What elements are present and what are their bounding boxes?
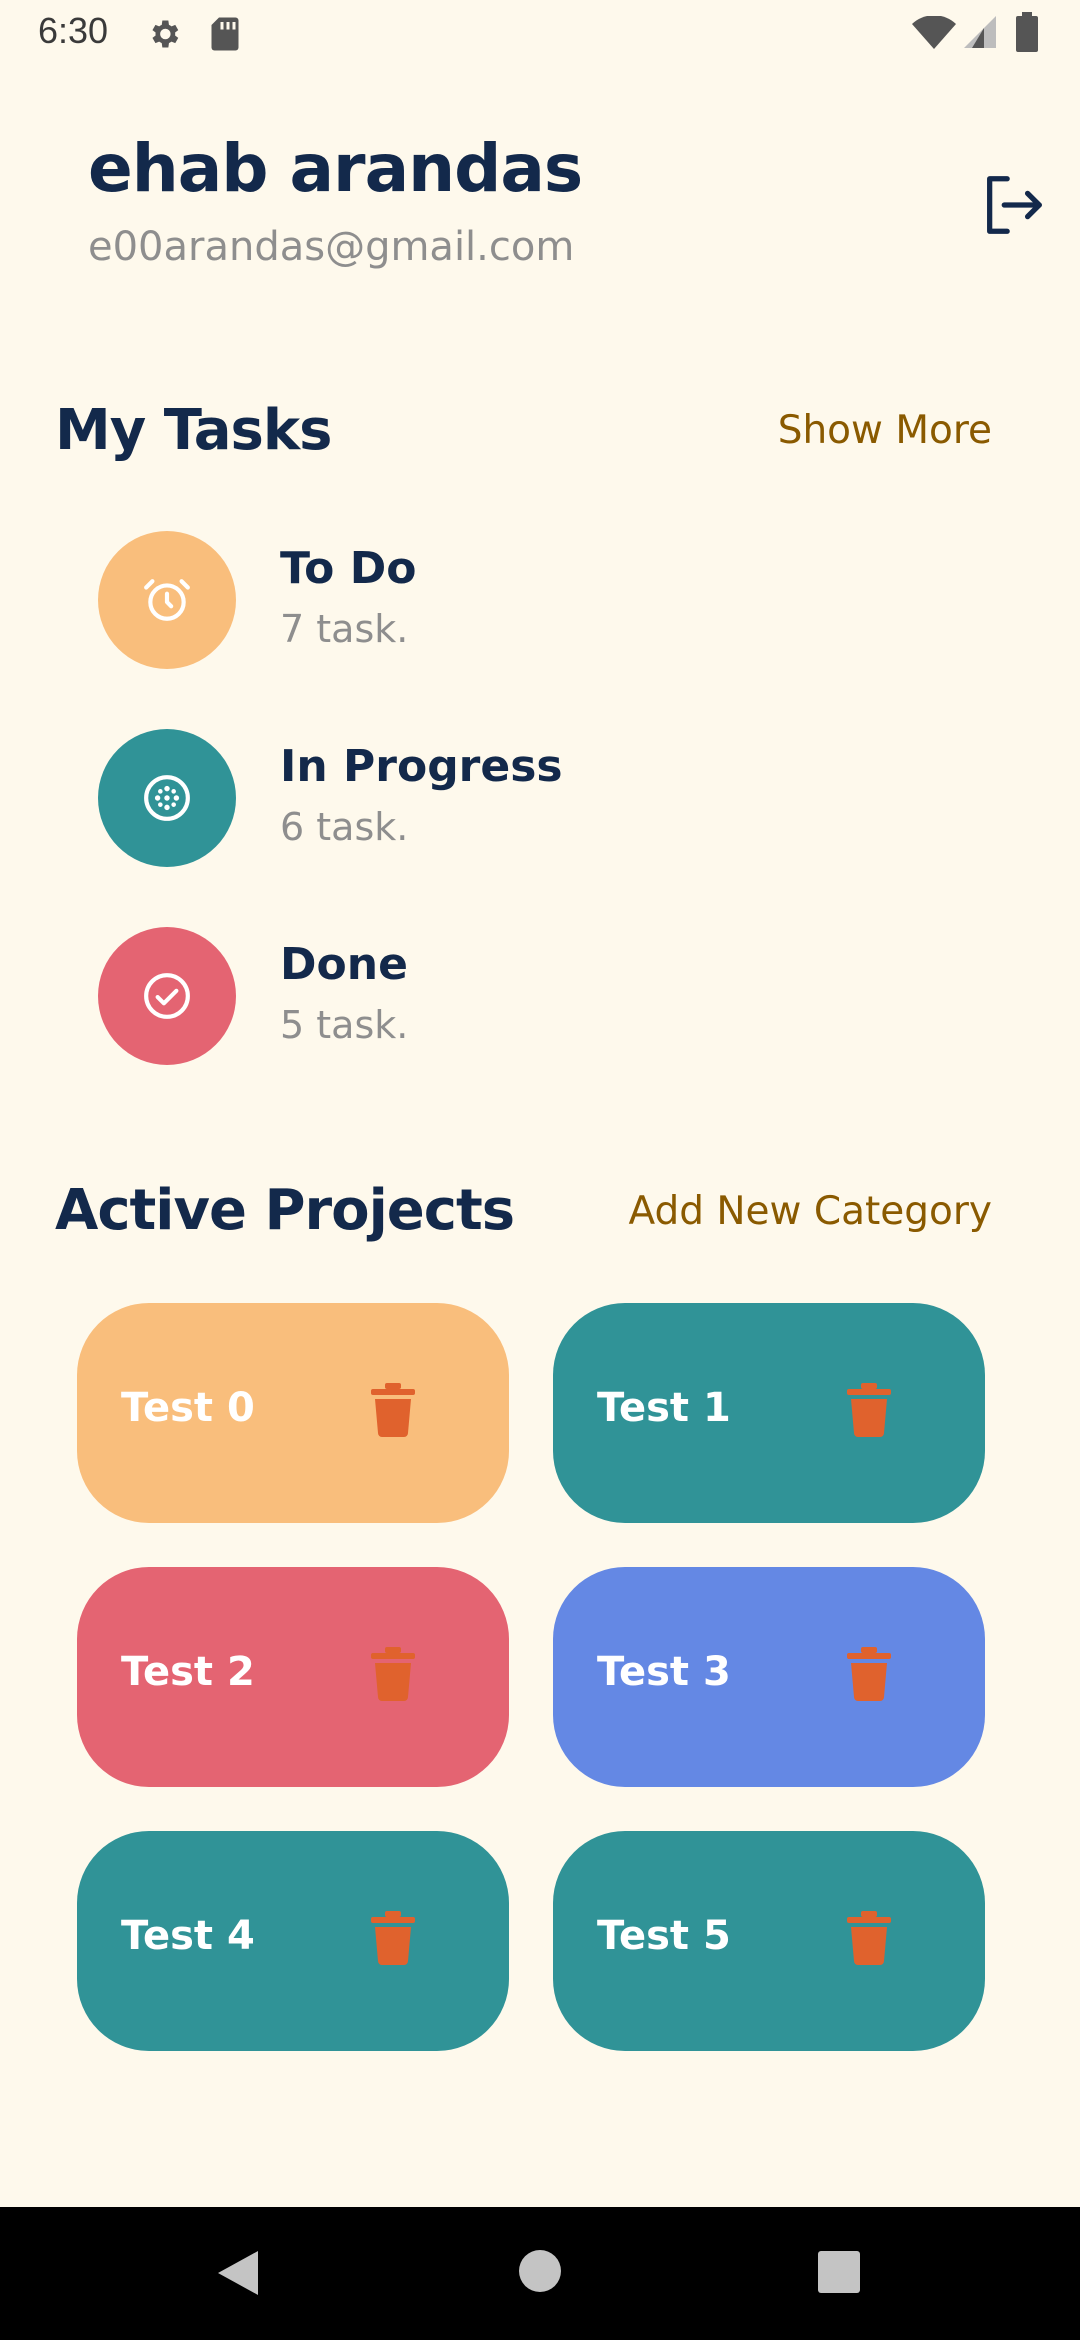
signal-icon xyxy=(964,16,996,48)
home-icon[interactable] xyxy=(518,2249,562,2293)
task-item-in-progress[interactable]: In Progress 6 task. xyxy=(98,729,798,869)
task-icon-circle xyxy=(98,729,236,867)
project-card[interactable]: Test 5 xyxy=(553,1831,985,2051)
task-label: To Do xyxy=(280,543,417,594)
task-count: 7 task. xyxy=(280,607,409,651)
settings-icon xyxy=(152,20,179,48)
show-more-link[interactable]: Show More xyxy=(778,408,992,453)
trash-icon[interactable] xyxy=(371,1647,415,1701)
task-count: 6 task. xyxy=(280,805,409,849)
project-name: Test 3 xyxy=(597,1649,731,1695)
status-time: 6:30 xyxy=(38,10,109,51)
battery-icon xyxy=(1016,12,1038,52)
project-name: Test 2 xyxy=(121,1649,255,1695)
project-card[interactable]: Test 0 xyxy=(77,1303,509,1523)
trash-icon[interactable] xyxy=(847,1911,891,1965)
task-count: 5 task. xyxy=(280,1003,409,1047)
check-circle-icon xyxy=(144,973,190,1019)
project-card[interactable]: Test 2 xyxy=(77,1567,509,1787)
task-icon-circle xyxy=(98,927,236,1065)
task-label: Done xyxy=(280,939,408,990)
task-item-todo[interactable]: To Do 7 task. xyxy=(98,531,798,671)
project-name: Test 5 xyxy=(597,1913,731,1959)
add-new-category-link[interactable]: Add New Category xyxy=(628,1189,992,1234)
alarm-clock-icon xyxy=(144,579,190,621)
project-card[interactable]: Test 3 xyxy=(553,1567,985,1787)
user-name: ehab arandas xyxy=(88,130,583,207)
project-name: Test 4 xyxy=(121,1913,255,1959)
trash-icon[interactable] xyxy=(371,1911,415,1965)
project-card[interactable]: Test 1 xyxy=(553,1303,985,1523)
back-icon[interactable] xyxy=(216,2249,260,2297)
project-name: Test 0 xyxy=(121,1385,255,1431)
project-name: Test 1 xyxy=(597,1385,731,1431)
project-card[interactable]: Test 4 xyxy=(77,1831,509,2051)
active-projects-title: Active Projects xyxy=(55,1178,515,1243)
logout-icon xyxy=(987,176,1042,234)
user-email: e00arandas@gmail.com xyxy=(88,224,575,270)
my-tasks-title: My Tasks xyxy=(55,398,332,463)
sd-card-icon xyxy=(211,17,239,51)
logout-button[interactable] xyxy=(978,170,1048,240)
task-label: In Progress xyxy=(280,741,563,792)
navigation-bar xyxy=(0,2207,1080,2340)
trash-icon[interactable] xyxy=(847,1383,891,1437)
loader-icon xyxy=(144,775,190,821)
task-item-done[interactable]: Done 5 task. xyxy=(98,927,798,1067)
trash-icon[interactable] xyxy=(847,1647,891,1701)
trash-icon[interactable] xyxy=(371,1383,415,1437)
wifi-icon xyxy=(912,16,956,49)
status-bar: 6:30 xyxy=(0,0,1080,66)
task-icon-circle xyxy=(98,531,236,669)
recents-icon[interactable] xyxy=(818,2251,860,2293)
